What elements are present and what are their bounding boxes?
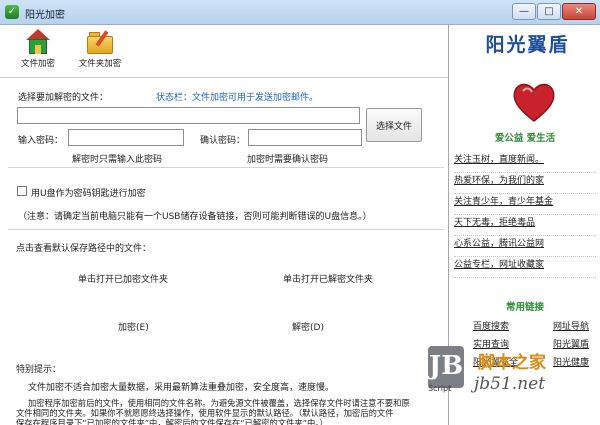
watermark: JB Script 脚本之家 jb51.net (424, 340, 600, 425)
folder-encrypt-label: 文件夹加密 (78, 59, 122, 69)
folder-encrypt-tool[interactable]: 文件夹加密 (70, 29, 130, 69)
folder-pencil-icon (86, 29, 114, 55)
status-bar-label: 状态栏： (156, 93, 193, 103)
title-bar: ✓ 阳光加密 — □ ✕ (0, 0, 600, 25)
status-bar-text: 文件加密可用于发送加密邮件。 (192, 93, 319, 103)
charity-link[interactable]: 公益专栏，网址收藏家 (454, 257, 596, 278)
confirm-password-hint: 加密时需要确认密码 (247, 155, 329, 165)
toolbar: 文件加密 文件夹加密 (0, 25, 448, 77)
heart-icon (513, 83, 555, 122)
usb-note: （注意：请确定当前电脑只能有一个USB储存设备链接，否则可能判断错误的U盘信息。… (18, 212, 372, 222)
maximize-button[interactable]: □ (537, 3, 561, 20)
charity-link[interactable]: 天下无毒，拒绝毒品 (454, 215, 596, 236)
divider (8, 167, 444, 168)
open-encrypted-folder-button[interactable]: 单击打开已加密文件夹 (78, 272, 168, 285)
common-link[interactable]: 百度搜索 (473, 319, 509, 332)
usb-key-checkbox[interactable] (17, 186, 27, 196)
password-input[interactable] (68, 129, 184, 146)
select-file-button[interactable]: 选择文件 (366, 108, 422, 142)
watermark-url: jb51.net (474, 374, 546, 394)
house-icon (25, 29, 51, 55)
divider (8, 229, 444, 230)
decrypt-button[interactable]: 解密(D) (292, 320, 324, 333)
tips-line: 保存在程序目录下“已加密的文件夹”中，解密后的文件保存在“已解密的文件夹”中。） (16, 418, 328, 425)
file-encrypt-tool[interactable]: 文件加密 (8, 29, 68, 69)
charity-link-list: 关注玉树，直度新闻。 热爱环保，为我们的家 关注青少年，青少年基金 天下无毒，拒… (454, 152, 596, 278)
charity-link[interactable]: 热爱环保，为我们的家 (454, 173, 596, 194)
minimize-button[interactable]: — (512, 3, 536, 20)
slogan: 爱公益 爱生活 (494, 133, 556, 144)
encrypt-button[interactable]: 加密(E) (118, 320, 149, 333)
charity-link[interactable]: 心系公益，腾讯公益网 (454, 236, 596, 257)
app-icon: ✓ (5, 5, 19, 19)
common-link[interactable]: 网址导航 (553, 319, 589, 332)
confirm-password-input[interactable] (248, 129, 362, 146)
password-label: 输入密码： (18, 136, 64, 146)
tips-title: 特别提示： (16, 365, 62, 375)
close-button[interactable]: ✕ (562, 3, 596, 20)
common-links-title: 常用链接 (505, 302, 544, 313)
watermark-script: Script (428, 384, 452, 393)
open-decrypted-folder-button[interactable]: 单击打开已解密文件夹 (283, 272, 373, 285)
window-title: 阳光加密 (25, 10, 65, 21)
select-file-label: 选择要加解密的文件： (18, 93, 109, 103)
main-panel: 选择要加解密的文件： 状态栏： 文件加密可用于发送加密邮件。 选择文件 输入密码… (0, 77, 448, 425)
file-path-input[interactable] (17, 107, 360, 124)
charity-link[interactable]: 关注青少年，青少年基金 (454, 194, 596, 215)
default-path-label: 点击查看默认保存路径中的文件： (16, 244, 152, 254)
watermark-site-name: 脚本之家 (478, 353, 546, 373)
usb-key-label: 用U盘作为密码钥匙进行加密 (31, 189, 146, 199)
charity-link[interactable]: 关注玉树，直度新闻。 (454, 152, 596, 173)
password-hint: 解密时只需输入此密码 (72, 155, 163, 165)
confirm-password-label: 确认密码： (200, 136, 246, 146)
tips-line: 文件加密不适合加密大量数据，采用最新算法重叠加密，安全度高，速度慢。 (28, 383, 335, 393)
watermark-logo: JB (428, 346, 464, 388)
file-encrypt-label: 文件加密 (20, 59, 55, 69)
